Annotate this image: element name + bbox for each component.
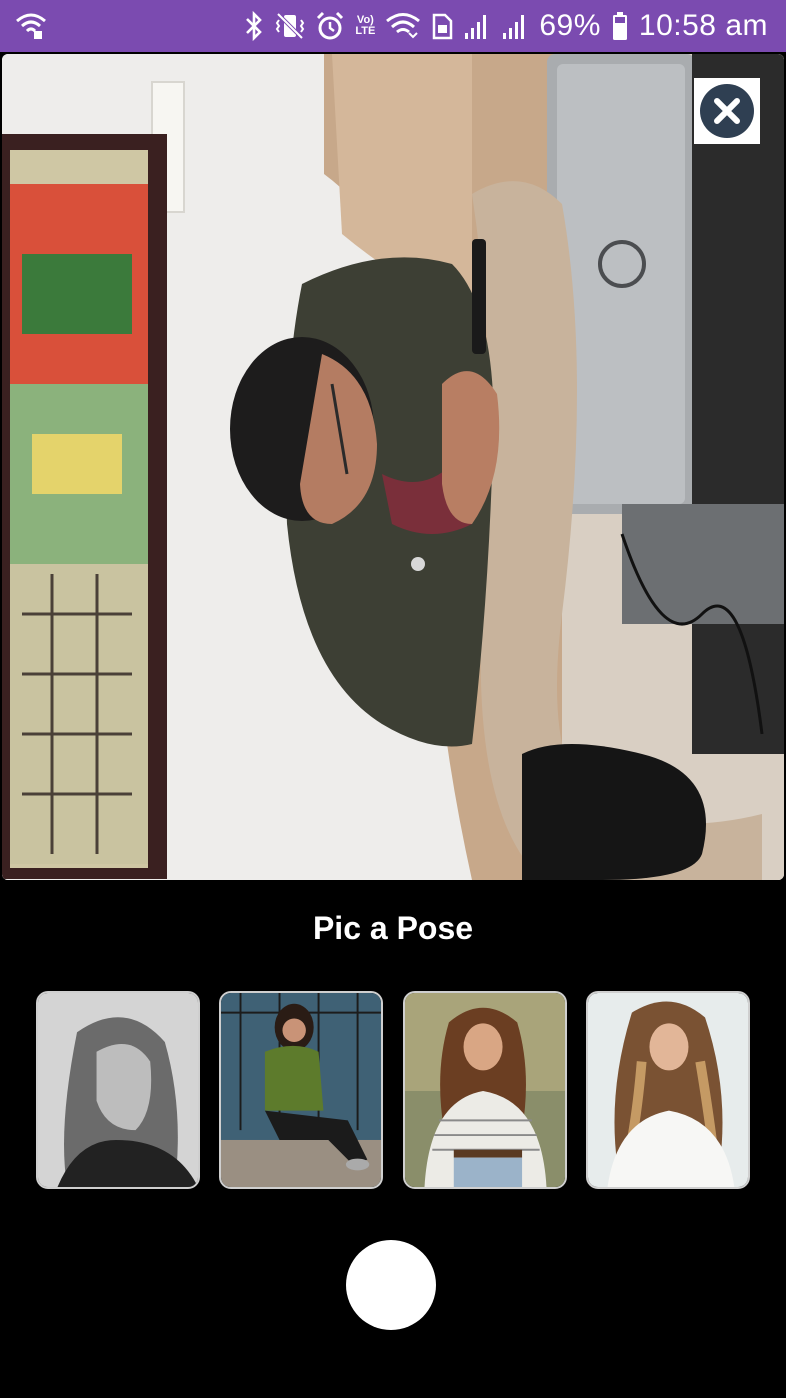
sim-icon bbox=[431, 8, 453, 44]
close-button[interactable] bbox=[694, 78, 760, 144]
vibrate-icon bbox=[275, 8, 305, 44]
pose-thumbnail-3[interactable] bbox=[402, 991, 567, 1189]
status-bar: Vo) LTE 69% 10:58 am bbox=[0, 0, 786, 52]
close-circle-icon bbox=[700, 84, 754, 138]
pose-picker-title: Pic a Pose bbox=[312, 910, 474, 946]
battery-percent: 69% bbox=[539, 9, 601, 42]
pose-list bbox=[36, 991, 750, 1189]
pose-thumbnail-2[interactable] bbox=[219, 991, 384, 1189]
shutter-button[interactable] bbox=[346, 1240, 436, 1330]
camera-preview[interactable] bbox=[2, 54, 784, 880]
volte-bottom-label: LTE bbox=[355, 25, 376, 37]
volte-icon: Vo) LTE bbox=[355, 8, 375, 44]
battery-icon bbox=[611, 8, 629, 44]
alarm-icon bbox=[315, 8, 345, 44]
signal-icon bbox=[463, 8, 491, 44]
pose-thumbnail-1[interactable] bbox=[36, 991, 200, 1189]
pose-thumbnail-4[interactable] bbox=[585, 991, 750, 1189]
wifi-icon bbox=[385, 8, 421, 44]
wifi-calling-icon bbox=[14, 8, 48, 44]
signal-icon bbox=[501, 8, 529, 44]
clock: 10:58 am bbox=[638, 9, 768, 42]
bluetooth-icon bbox=[243, 8, 265, 44]
